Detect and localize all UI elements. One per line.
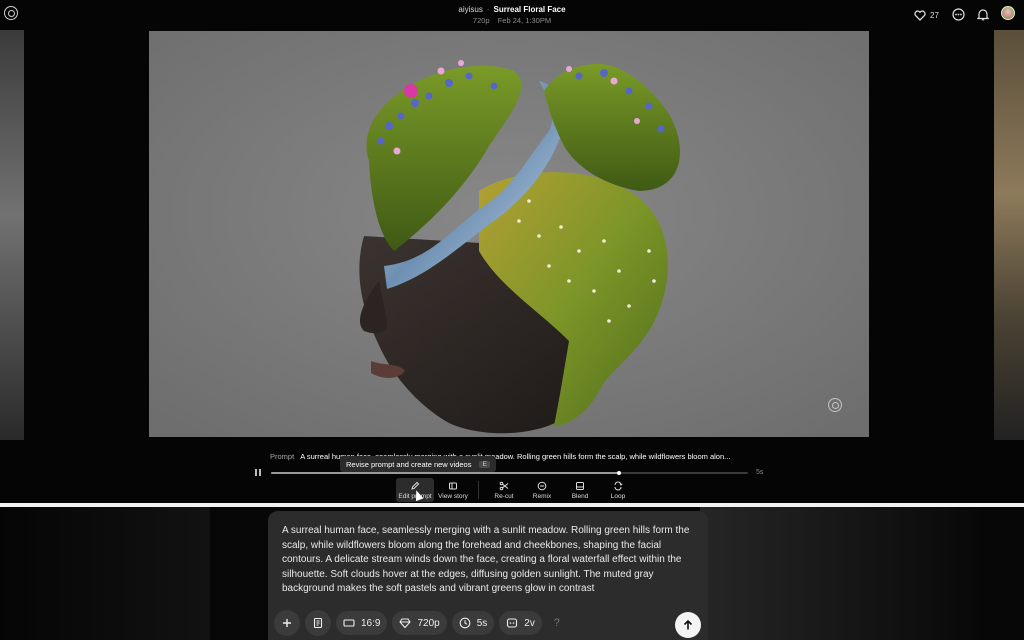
help-button[interactable]: ? (547, 611, 567, 635)
plus-icon (283, 619, 291, 627)
aspect-ratio-selector[interactable]: 16:9 (336, 611, 388, 635)
duration-value: 5s (476, 617, 488, 629)
remix-label: Remix (532, 492, 552, 500)
video-title-block: aiyisus · Surreal Floral Face 720p Feb 24,… (392, 4, 632, 26)
remix-button[interactable]: Remix (523, 478, 561, 502)
sora-watermark-icon (828, 398, 842, 412)
composer-options: 16:9 720p 5s 2v ? (274, 610, 567, 636)
prompt-composer: A surreal human face, seamlessly merging… (268, 511, 708, 640)
view-story-button[interactable]: View story (434, 478, 472, 502)
video-resolution: 720p (472, 16, 490, 25)
video-date: Feb 24, 1:30PM (497, 16, 552, 25)
surreal-floral-face-image (149, 31, 869, 437)
recut-label: Re-cut (494, 492, 514, 500)
duration-selector[interactable]: 5s (451, 611, 495, 635)
submit-button[interactable] (675, 612, 701, 638)
notifications-button[interactable] (976, 7, 990, 21)
diamond-icon (399, 618, 412, 629)
like-button[interactable]: 27 (914, 8, 939, 22)
progress-fill (271, 472, 620, 474)
pause-button[interactable] (255, 469, 262, 476)
remix-icon (537, 481, 547, 490)
pause-icon (255, 469, 257, 476)
storyboard-icon (449, 482, 457, 489)
video-toolbar: Edit prompt View story Re-cut Remix Blen… (396, 478, 637, 502)
tooltip-text: Revise prompt and create new videos (346, 459, 472, 469)
aspect-ratio-value: 16:9 (361, 617, 381, 629)
blend-label: Blend (571, 492, 589, 500)
storyboard-icon (313, 617, 323, 629)
video-title: Surreal Floral Face (493, 5, 566, 14)
scissors-icon (499, 481, 509, 490)
clock-icon (459, 617, 471, 629)
loop-icon (614, 481, 623, 490)
prompt-input[interactable]: A surreal human face, seamlessly merging… (282, 524, 697, 597)
pause-icon-bar (259, 469, 261, 476)
video-duration: 5s (756, 469, 764, 476)
likes-count: 27 (930, 10, 939, 20)
background-thumbnail-right (700, 507, 980, 640)
arrow-up-icon (683, 619, 693, 630)
view-story-label: View story (438, 492, 468, 500)
progress-track[interactable] (271, 471, 748, 475)
blend-icon (576, 481, 584, 490)
variations-value: 2v (524, 617, 535, 629)
recut-button[interactable]: Re-cut (485, 478, 523, 502)
openai-logo-icon[interactable] (4, 6, 18, 20)
edit-prompt-tooltip: Revise prompt and create new videos E (340, 456, 496, 472)
bell-icon (977, 8, 989, 20)
aspect-ratio-icon (343, 619, 355, 627)
progress-knob[interactable] (617, 471, 622, 475)
video-viewer: aiyisus · Surreal Floral Face 720p Feb 24,… (0, 0, 1024, 505)
add-button[interactable] (274, 610, 300, 636)
more-icon (951, 7, 965, 21)
storyboard-button[interactable] (305, 610, 331, 636)
avatar[interactable] (1001, 6, 1015, 20)
prompt-label: Prompt (270, 452, 295, 461)
video-frame[interactable] (149, 31, 869, 437)
composer-area: A surreal human face, seamlessly merging… (0, 507, 1024, 640)
background-thumbnail-left (0, 507, 210, 640)
blend-button[interactable]: Blend (561, 478, 599, 502)
loop-button[interactable]: Loop (599, 478, 637, 502)
toolbar-divider (478, 481, 479, 499)
loop-label: Loop (610, 492, 626, 500)
title-separator: · (486, 5, 490, 14)
resolution-selector[interactable]: 720p (392, 611, 447, 635)
tooltip-shortcut: E (479, 460, 490, 468)
username[interactable]: aiyisus (458, 5, 482, 14)
variations-icon (507, 618, 518, 628)
heart-icon (914, 9, 926, 21)
next-video-thumbnail[interactable] (994, 30, 1024, 440)
more-button[interactable] (951, 7, 965, 21)
variations-selector[interactable]: 2v (499, 611, 542, 635)
previous-video-thumbnail[interactable] (0, 30, 24, 440)
resolution-value: 720p (417, 617, 440, 629)
